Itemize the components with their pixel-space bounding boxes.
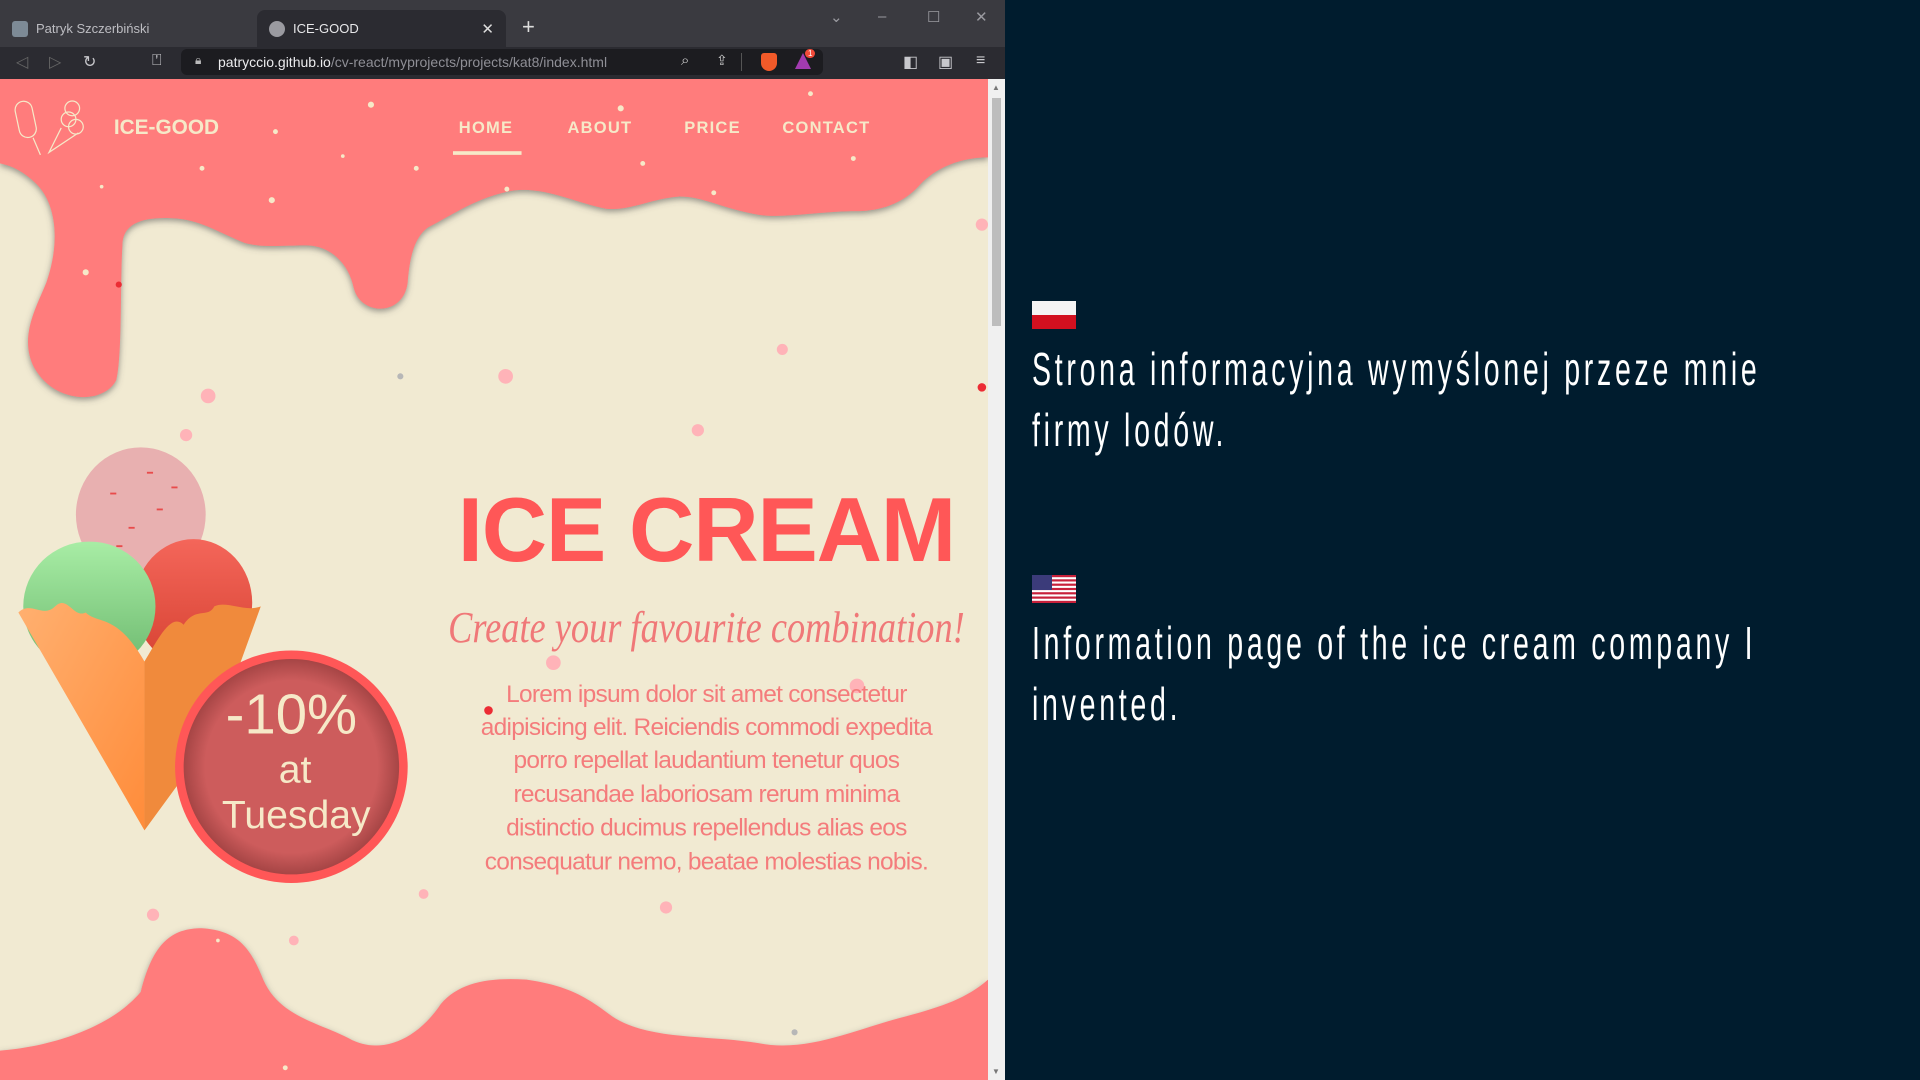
url-path: /cv-react/myprojects/projects/kat8/index… <box>330 54 608 70</box>
nav-active-underline <box>452 151 522 155</box>
hero-subtitle: Create your favourite combination! <box>448 603 965 652</box>
forward-button[interactable]: ▷ <box>49 52 61 72</box>
lock-icon: 🔒︎ <box>195 53 202 67</box>
brand-name[interactable]: ICE-GOOD <box>114 116 219 139</box>
globe-icon <box>269 20 285 37</box>
url-text[interactable]: patryccio.github.io/cv-react/myprojects/… <box>218 54 607 70</box>
close-window-button[interactable]: ✕ <box>975 8 988 26</box>
wallet-icon[interactable]: ▣ <box>938 52 953 72</box>
us-flag-icon <box>1032 575 1076 603</box>
divider <box>741 53 742 71</box>
nav-price[interactable]: PRICE <box>684 118 741 137</box>
close-tab-icon[interactable]: ✕ <box>481 20 494 38</box>
scroll-down-arrow-icon[interactable]: ▼ <box>992 1067 1000 1076</box>
description-line: firmy lodów. <box>1032 404 1228 456</box>
address-bar[interactable]: 🔒︎ patryccio.github.io/cv-react/myprojec… <box>181 49 823 75</box>
polish-flag-icon <box>1032 301 1076 329</box>
tab-label: Patryk Szczerbiński <box>36 21 150 36</box>
toolbar: ◁ ▷ ↻ ⍞ 🔒︎ patryccio.github.io/cv-react/… <box>0 47 1005 79</box>
tab-profile[interactable]: Patryk Szczerbiński <box>0 10 250 47</box>
share-icon[interactable]: ⇪ <box>716 52 728 69</box>
menu-icon[interactable]: ≡ <box>976 52 985 70</box>
paragraph-line: distinctio ducimus repellendus alias eos <box>506 814 907 841</box>
brave-shield-icon[interactable] <box>761 53 777 71</box>
paragraph-line: recusandae laboriosam rerum minima <box>514 781 901 808</box>
hero-title: ICE CREAM <box>458 480 955 581</box>
page-scrollbar[interactable]: ▲ ▼ <box>988 79 1005 1080</box>
discount-badge: -10% at Tuesday <box>175 650 408 883</box>
reload-button[interactable]: ↻ <box>83 52 96 72</box>
browser-window: Patryk Szczerbiński ICE-GOOD ✕ + ⌄ – ☐ ✕… <box>0 0 1005 1080</box>
paragraph-line: porro repellat laudantium tenetur quos <box>514 747 900 774</box>
description-line: invented. <box>1032 678 1182 730</box>
scrollbar-thumb[interactable] <box>992 98 1001 326</box>
bottom-drip-shape <box>0 928 988 1080</box>
tab-search-chevron-icon[interactable]: ⌄ <box>830 8 843 26</box>
new-tab-button[interactable]: + <box>522 14 535 40</box>
notification-badge: 1 <box>805 49 816 58</box>
description-line: Strona informacyjna wymyślonej przeze mn… <box>1032 343 1761 395</box>
tab-ice-good[interactable]: ICE-GOOD ✕ <box>257 10 506 47</box>
url-host: patryccio.github.io <box>218 54 331 70</box>
hero-paragraph: Lorem ipsum dolor sit amet consectetur a… <box>481 681 934 876</box>
badge-at: at <box>279 749 312 792</box>
zoom-icon[interactable]: ⌕ <box>681 52 689 69</box>
maximize-button[interactable]: ☐ <box>927 8 940 26</box>
nav-about[interactable]: ABOUT <box>567 118 632 137</box>
bookmark-icon[interactable]: ⍞ <box>152 52 162 70</box>
sidebar-icon[interactable]: ◧ <box>903 52 918 72</box>
scroll-up-arrow-icon[interactable]: ▲ <box>992 83 1000 92</box>
paragraph-line: consequatur nemo, beatae molestias nobis… <box>485 849 928 876</box>
nav-home[interactable]: HOME <box>459 118 513 137</box>
profile-favicon-icon <box>12 20 28 37</box>
back-button[interactable]: ◁ <box>16 52 28 72</box>
badge-percent: -10% <box>226 683 357 746</box>
description-english: Information page of the ice cream compan… <box>1032 613 1756 735</box>
description-line: Information page of the ice cream compan… <box>1032 617 1757 669</box>
description-polish: Strona informacyjna wymyślonej przeze mn… <box>1032 339 1760 461</box>
tab-label: ICE-GOOD <box>293 21 359 36</box>
paragraph-line: adipisicing elit. Reiciendis commodi exp… <box>481 714 933 741</box>
web-page: ICE-GOOD HOME ABOUT PRICE CONTACT -10% a… <box>0 79 988 1080</box>
nav-contact[interactable]: CONTACT <box>782 118 870 137</box>
paragraph-line: Lorem ipsum dolor sit amet consectetur <box>506 681 907 708</box>
tab-bar: Patryk Szczerbiński ICE-GOOD ✕ + ⌄ – ☐ ✕ <box>0 0 1005 47</box>
badge-day: Tuesday <box>222 794 371 837</box>
minimize-button[interactable]: – <box>878 8 886 25</box>
